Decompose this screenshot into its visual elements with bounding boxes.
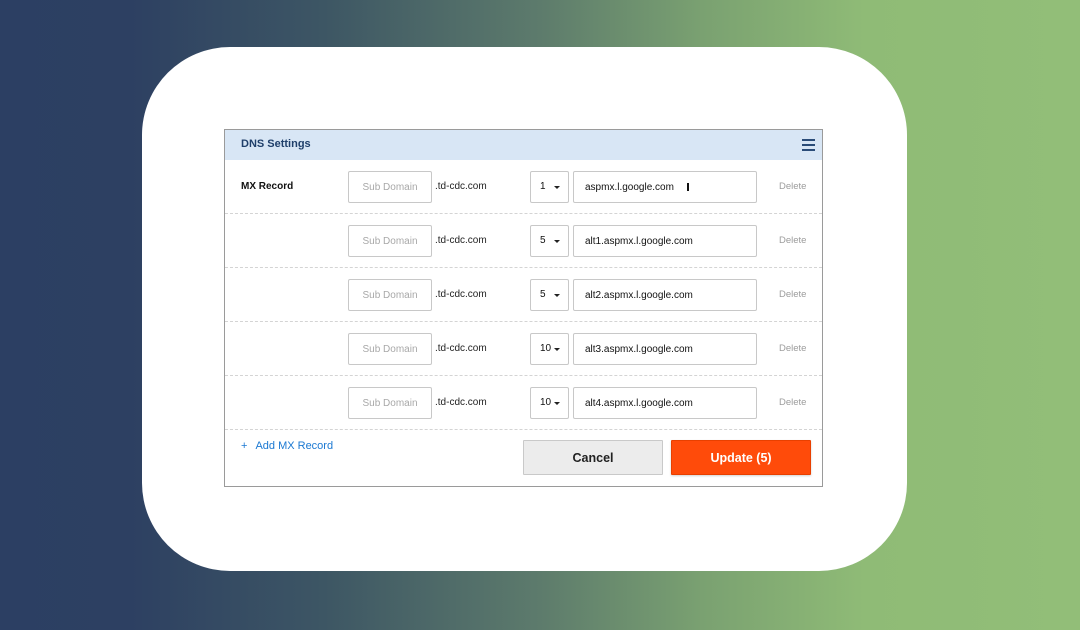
- priority-select[interactable]: 1: [530, 171, 569, 203]
- add-mx-record-label: Add MX Record: [255, 440, 334, 452]
- delete-link[interactable]: Delete: [779, 289, 806, 300]
- update-button[interactable]: Update (5): [671, 440, 811, 475]
- subdomain-input[interactable]: [348, 225, 432, 257]
- panel-header: DNS Settings: [225, 130, 822, 160]
- mail-server-input[interactable]: [573, 225, 757, 257]
- hamburger-menu-icon[interactable]: [802, 139, 815, 151]
- priority-select[interactable]: 5: [530, 225, 569, 257]
- plus-icon: +: [241, 440, 248, 452]
- chevron-down-icon: [554, 186, 560, 189]
- priority-value: 5: [540, 235, 546, 246]
- priority-value: 5: [540, 289, 546, 300]
- priority-value: 10: [540, 343, 552, 354]
- mx-record-row: .td-cdc.com 5 Delete: [225, 268, 822, 322]
- delete-link[interactable]: Delete: [779, 235, 806, 246]
- priority-select[interactable]: 10: [530, 333, 569, 365]
- mail-server-input[interactable]: [573, 387, 757, 419]
- mail-server-input[interactable]: [573, 333, 757, 365]
- text-cursor: [687, 183, 689, 191]
- priority-select[interactable]: 10: [530, 387, 569, 419]
- chevron-down-icon: [554, 240, 560, 243]
- subdomain-input[interactable]: [348, 387, 432, 419]
- delete-link[interactable]: Delete: [779, 181, 806, 192]
- dns-settings-panel: DNS Settings MX Record .td-cdc.com 1 Del…: [224, 129, 823, 487]
- mail-server-input[interactable]: [573, 171, 757, 203]
- domain-suffix: .td-cdc.com: [435, 289, 487, 300]
- row-divider: [225, 429, 822, 430]
- panel-title: DNS Settings: [241, 138, 311, 150]
- domain-suffix: .td-cdc.com: [435, 397, 487, 408]
- cancel-button[interactable]: Cancel: [523, 440, 663, 475]
- chevron-down-icon: [554, 294, 560, 297]
- domain-suffix: .td-cdc.com: [435, 235, 487, 246]
- domain-suffix: .td-cdc.com: [435, 343, 487, 354]
- delete-link[interactable]: Delete: [779, 397, 806, 408]
- mx-record-row: MX Record .td-cdc.com 1 Delete: [225, 160, 822, 214]
- subdomain-input[interactable]: [348, 333, 432, 365]
- subdomain-input[interactable]: [348, 171, 432, 203]
- domain-suffix: .td-cdc.com: [435, 181, 487, 192]
- mx-record-row: .td-cdc.com 10 Delete: [225, 322, 822, 376]
- priority-value: 1: [540, 181, 546, 192]
- mx-record-label: MX Record: [241, 181, 294, 192]
- delete-link[interactable]: Delete: [779, 343, 806, 354]
- mail-server-input[interactable]: [573, 279, 757, 311]
- subdomain-input[interactable]: [348, 279, 432, 311]
- priority-value: 10: [540, 397, 552, 408]
- mx-record-row: .td-cdc.com 10 Delete: [225, 376, 822, 430]
- add-mx-record-link[interactable]: + Add MX Record: [241, 440, 333, 452]
- mx-record-row: .td-cdc.com 5 Delete: [225, 214, 822, 268]
- chevron-down-icon: [554, 348, 560, 351]
- priority-select[interactable]: 5: [530, 279, 569, 311]
- chevron-down-icon: [554, 402, 560, 405]
